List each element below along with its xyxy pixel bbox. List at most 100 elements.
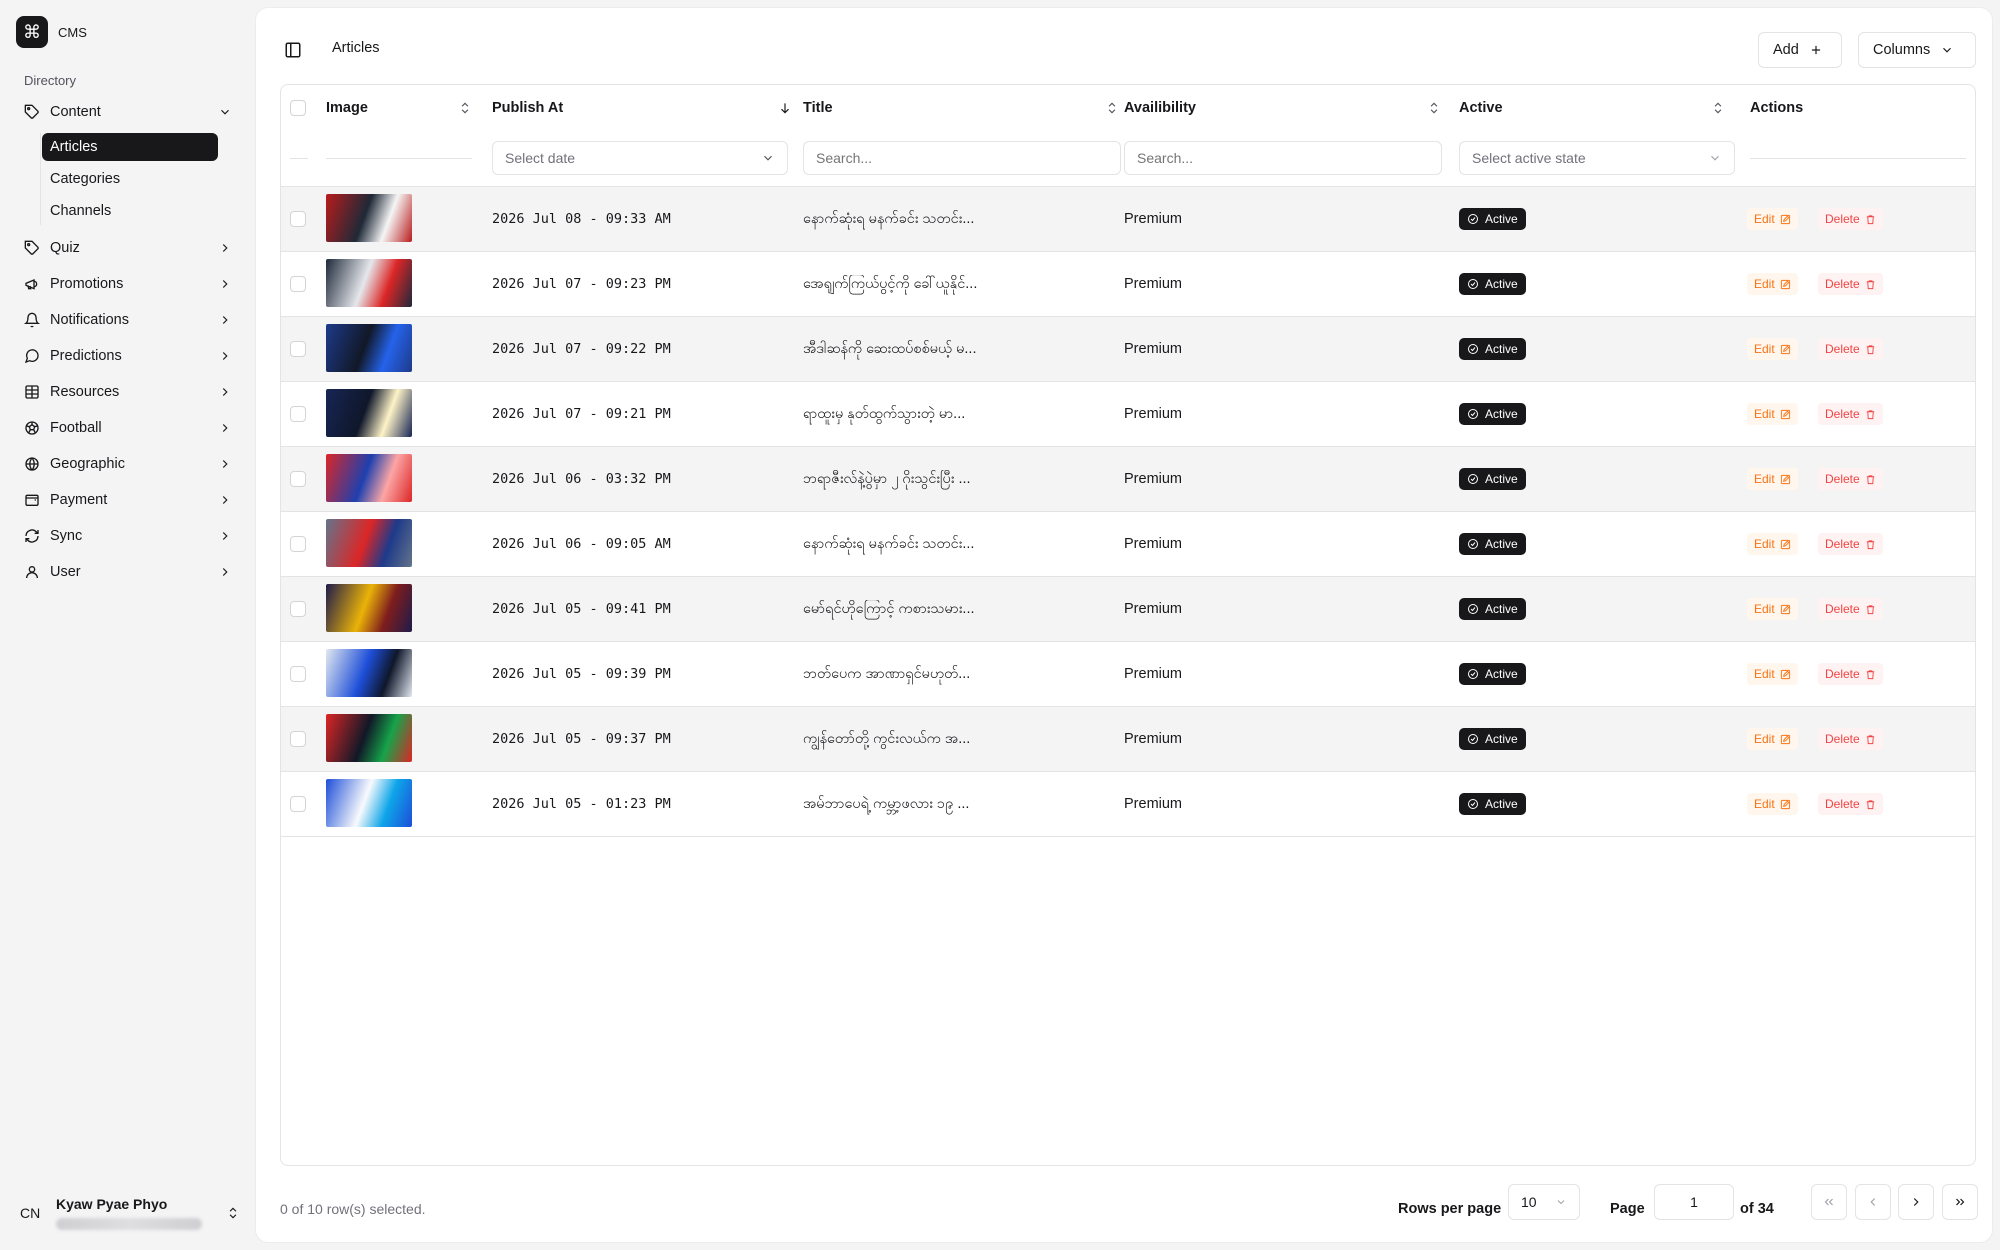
table-row[interactable]: 2026 Jul 05 - 09:37 PM ကျွန်တော်တို့ ကွင်… <box>281 707 1975 772</box>
brand[interactable]: ⌘ CMS <box>16 16 87 48</box>
page-number-input[interactable] <box>1654 1184 1734 1220</box>
content-subnav: Articles Categories Channels <box>40 133 240 225</box>
user-icon <box>24 564 40 580</box>
table-row[interactable]: 2026 Jul 08 - 09:33 AM နောက်ဆုံးရ မနက်ခင်… <box>281 187 1975 252</box>
publish-date: 2026 Jul 06 - 09:05 AM <box>492 536 671 552</box>
title-search-input[interactable] <box>803 141 1121 175</box>
edit-button[interactable]: Edit <box>1747 338 1798 360</box>
delete-button[interactable]: Delete <box>1818 533 1883 555</box>
user-menu[interactable]: CN Kyaw Pyae Phyo <box>20 1196 240 1230</box>
edit-button[interactable]: Edit <box>1747 208 1798 230</box>
row-checkbox[interactable] <box>290 406 306 422</box>
edit-button[interactable]: Edit <box>1747 468 1798 490</box>
article-thumbnail <box>326 779 412 827</box>
table-row[interactable]: 2026 Jul 06 - 03:32 PM ဘရာဇီးလ်နဲ့ပွဲမှာ … <box>281 447 1975 512</box>
row-checkbox[interactable] <box>290 536 306 552</box>
delete-button[interactable]: Delete <box>1818 338 1883 360</box>
column-header-title[interactable]: Title <box>803 85 1119 131</box>
sidebar-item-channels[interactable]: Channels <box>42 197 240 225</box>
article-thumbnail <box>326 649 412 697</box>
delete-button[interactable]: Delete <box>1818 468 1883 490</box>
table-row[interactable]: 2026 Jul 05 - 09:39 PM ဘတ်ပေက အာဏာရှင်မဟု… <box>281 642 1975 707</box>
sidebar-toggle-icon[interactable] <box>284 41 302 59</box>
grid-icon <box>24 384 40 400</box>
row-checkbox[interactable] <box>290 341 306 357</box>
edit-button[interactable]: Edit <box>1747 403 1798 425</box>
column-header-label: Availibility <box>1124 100 1196 116</box>
table-row[interactable]: 2026 Jul 07 - 09:23 PM အေရျက်ကြယ်ပွင့်ကို… <box>281 252 1975 317</box>
chevron-right-icon <box>222 568 228 576</box>
select-all-checkbox[interactable] <box>290 100 306 116</box>
sidebar-item-notifications[interactable]: Notifications <box>16 305 240 335</box>
last-page-button[interactable] <box>1942 1184 1978 1220</box>
edit-icon <box>1780 474 1790 484</box>
edit-button[interactable]: Edit <box>1747 793 1798 815</box>
delete-button[interactable]: Delete <box>1818 728 1883 750</box>
edit-label: Edit <box>1754 797 1775 811</box>
delete-button[interactable]: Delete <box>1818 208 1883 230</box>
date-filter-select[interactable]: Select date <box>492 141 788 175</box>
column-header-active[interactable]: Active <box>1459 85 1725 131</box>
column-header-availability[interactable]: Availibility <box>1124 85 1441 131</box>
sidebar-group-label: Directory <box>24 73 77 88</box>
sidebar-item-content[interactable]: Content <box>16 97 240 127</box>
table-row[interactable]: 2026 Jul 07 - 09:22 PM အီဒါဆန်ကို ဆေးထပ်စ… <box>281 317 1975 382</box>
wallet-icon <box>24 492 40 508</box>
active-state-filter-select[interactable]: Select active state <box>1459 141 1735 175</box>
sidebar-item-label: Predictions <box>50 348 122 364</box>
edit-button[interactable]: Edit <box>1747 273 1798 295</box>
sidebar-item-payment[interactable]: Payment <box>16 485 240 515</box>
chevron-right-icon <box>222 280 228 288</box>
row-checkbox[interactable] <box>290 731 306 747</box>
sort-icon <box>1430 102 1438 114</box>
arrow-down-icon <box>781 103 789 114</box>
edit-label: Edit <box>1754 212 1775 226</box>
table-row[interactable]: 2026 Jul 07 - 09:21 PM ရာထူးမှ နုတ်ထွက်သွ… <box>281 382 1975 447</box>
sidebar-item-categories[interactable]: Categories <box>42 165 240 193</box>
previous-page-button[interactable] <box>1855 1184 1891 1220</box>
sidebar-item-label: Geographic <box>50 456 125 472</box>
sidebar-item-predictions[interactable]: Predictions <box>16 341 240 371</box>
availability-search-input[interactable] <box>1124 141 1442 175</box>
edit-button[interactable]: Edit <box>1747 663 1798 685</box>
rows-per-page-select[interactable]: 10 <box>1508 1184 1580 1220</box>
chevron-down-icon <box>764 155 772 161</box>
edit-button[interactable]: Edit <box>1747 533 1798 555</box>
selected-count: 0 of 10 row(s) selected. <box>280 1201 426 1217</box>
delete-label: Delete <box>1825 212 1860 226</box>
article-title: ဘရာဇီးလ်နဲ့ပွဲမှာ ၂ ဂိုးသွင်းပြီး ... <box>803 471 971 487</box>
edit-button[interactable]: Edit <box>1747 728 1798 750</box>
delete-button[interactable]: Delete <box>1818 273 1883 295</box>
next-page-button[interactable] <box>1898 1184 1934 1220</box>
main-panel: Articles Add Columns Image Publish At Ti… <box>256 8 1992 1242</box>
add-button[interactable]: Add <box>1758 32 1842 68</box>
sidebar-item-label: Sync <box>50 528 83 544</box>
sidebar-item-articles[interactable]: Articles <box>42 133 218 161</box>
sidebar-item-quiz[interactable]: Quiz <box>16 233 240 263</box>
column-header-publish-at[interactable]: Publish At <box>492 85 792 131</box>
columns-button[interactable]: Columns <box>1858 32 1976 68</box>
sidebar-item-football[interactable]: Football <box>16 413 240 443</box>
row-checkbox[interactable] <box>290 276 306 292</box>
delete-button[interactable]: Delete <box>1818 663 1883 685</box>
table-row[interactable]: 2026 Jul 06 - 09:05 AM နောက်ဆုံးရ မနက်ခင်… <box>281 512 1975 577</box>
sidebar-item-promotions[interactable]: Promotions <box>16 269 240 299</box>
row-checkbox[interactable] <box>290 796 306 812</box>
row-checkbox[interactable] <box>290 471 306 487</box>
row-checkbox[interactable] <box>290 601 306 617</box>
column-header-image[interactable]: Image <box>326 85 472 131</box>
sidebar-item-geographic[interactable]: Geographic <box>16 449 240 479</box>
sidebar-item-resources[interactable]: Resources <box>16 377 240 407</box>
row-checkbox[interactable] <box>290 211 306 227</box>
sidebar-item-user[interactable]: User <box>16 557 240 587</box>
row-checkbox[interactable] <box>290 666 306 682</box>
table-row[interactable]: 2026 Jul 05 - 01:23 PM အမ်ဘာပေရဲ့ ကမ္ဘာ့ဖ… <box>281 772 1975 837</box>
sidebar-item-sync[interactable]: Sync <box>16 521 240 551</box>
article-title: ရာထူးမှ နုတ်ထွက်သွားတဲ့ မာ... <box>803 406 966 422</box>
table-row[interactable]: 2026 Jul 05 - 09:41 PM မော်ရင်ဟိုကြောင့် … <box>281 577 1975 642</box>
first-page-button[interactable] <box>1811 1184 1847 1220</box>
delete-button[interactable]: Delete <box>1818 793 1883 815</box>
edit-button[interactable]: Edit <box>1747 598 1798 620</box>
delete-button[interactable]: Delete <box>1818 598 1883 620</box>
delete-button[interactable]: Delete <box>1818 403 1883 425</box>
